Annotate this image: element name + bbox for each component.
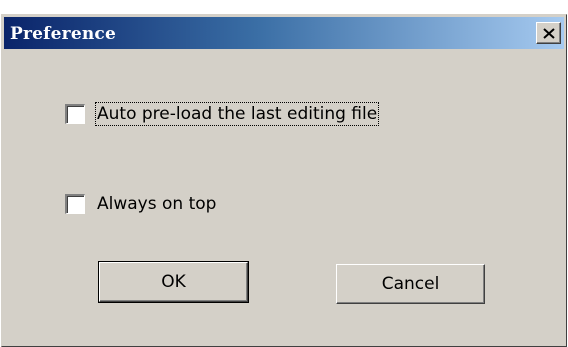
close-button[interactable] <box>536 22 561 44</box>
auto-preload-label[interactable]: Auto pre-load the last editing file <box>94 102 380 126</box>
auto-preload-option[interactable]: Auto pre-load the last editing file <box>65 102 380 126</box>
dialog-title: Preference <box>10 24 116 44</box>
ok-button[interactable]: OK <box>98 261 249 303</box>
preference-dialog: Preference Auto pre-load the last editin… <box>1 14 567 347</box>
always-on-top-checkbox[interactable] <box>65 194 85 214</box>
always-on-top-label[interactable]: Always on top <box>96 193 217 215</box>
always-on-top-option[interactable]: Always on top <box>65 193 217 215</box>
title-bar[interactable]: Preference <box>4 17 564 49</box>
auto-preload-checkbox[interactable] <box>65 104 85 124</box>
cancel-button[interactable]: Cancel <box>336 264 485 304</box>
close-icon <box>542 27 555 39</box>
